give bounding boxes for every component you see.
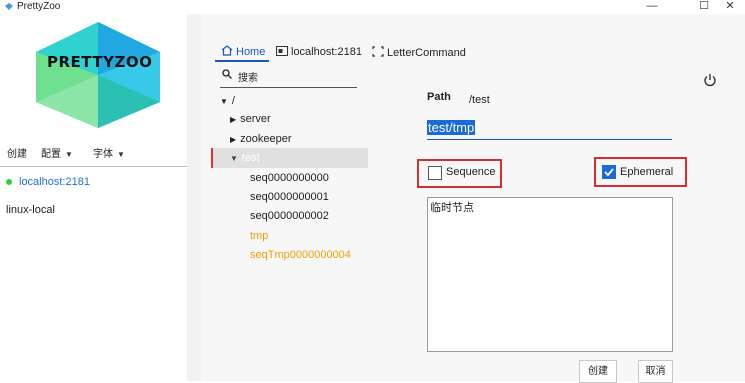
server-icon <box>276 46 288 56</box>
terminal-icon <box>372 46 384 57</box>
node-data-textarea[interactable]: 临时节点 <box>427 197 673 352</box>
ephemeral-label: Ephemeral <box>620 166 674 178</box>
tree-item-seq2[interactable]: seq0000000002 <box>250 210 329 222</box>
menu-config[interactable]: 配置 ▼ <box>41 145 73 160</box>
server-item-localhost[interactable]: localhost:2181 <box>0 172 187 192</box>
tree-item-seqtmp[interactable]: seqTmp0000000004 <box>250 249 351 261</box>
caret-right-icon: ▶ <box>230 135 237 144</box>
caret-right-icon: ▶ <box>230 115 237 124</box>
chevron-down-icon: ▼ <box>117 150 125 159</box>
search-input[interactable]: 搜索 <box>220 66 357 88</box>
sidebar: PRETTYZOO 创建 配置 ▼ 字体 ▼ localhost:2181 linu… <box>0 14 187 381</box>
tree-item-seq0[interactable]: seq0000000000 <box>250 172 329 184</box>
logo-text: PRETTYZOO <box>47 53 153 71</box>
caret-down-icon: ▼ <box>230 154 238 163</box>
tree-item-zookeeper[interactable]: ▶ zookeeper <box>230 133 292 145</box>
node-name-value: test/tmp <box>427 120 476 135</box>
server-label: localhost:2181 <box>19 176 90 188</box>
home-icon <box>221 45 233 56</box>
search-placeholder: 搜索 <box>238 73 258 84</box>
title-bar: PrettyZoo — ☐ ✕ <box>0 0 745 14</box>
sidebar-divider <box>0 166 187 167</box>
close-button[interactable]: ✕ <box>718 0 742 13</box>
ephemeral-checkbox[interactable] <box>602 165 616 179</box>
tree-item-test[interactable]: ▼ test <box>230 152 260 164</box>
checkmark-icon <box>604 168 614 177</box>
sequence-label: Sequence <box>446 166 496 178</box>
cancel-button[interactable]: 取消 <box>638 360 673 383</box>
app-icon <box>5 3 13 10</box>
tree-root[interactable]: ▼ / <box>220 95 235 107</box>
tree-selection-marker <box>211 148 213 168</box>
chevron-down-icon: ▼ <box>65 150 73 159</box>
menu-create[interactable]: 创建 <box>7 145 27 160</box>
tree-item-tmp[interactable]: tmp <box>250 230 268 242</box>
window-title: PrettyZoo <box>17 1 61 12</box>
node-data-value: 临时节点 <box>430 202 474 214</box>
tab-localhost[interactable]: localhost:2181 <box>276 46 362 64</box>
minimize-button[interactable]: — <box>640 0 664 13</box>
tab-lettercommand[interactable]: LetterCommand <box>372 46 466 64</box>
server-item-linux-local[interactable]: linux-local <box>6 204 55 216</box>
path-label: Path <box>427 91 451 103</box>
tree-item-server[interactable]: ▶ server <box>230 113 271 125</box>
node-name-input[interactable]: test/tmp <box>427 118 672 140</box>
sequence-checkbox[interactable] <box>428 166 442 180</box>
power-icon[interactable] <box>703 73 717 87</box>
create-button[interactable]: 创建 <box>579 360 617 383</box>
maximize-button[interactable]: ☐ <box>692 0 716 13</box>
tree-item-seq1[interactable]: seq0000000001 <box>250 191 329 203</box>
path-value: /test <box>469 94 490 106</box>
prettyzoo-logo <box>36 22 160 128</box>
menu-font[interactable]: 字体 ▼ <box>93 145 125 160</box>
search-icon <box>222 69 232 79</box>
connected-status-icon <box>6 179 12 185</box>
active-tab-indicator <box>215 60 269 62</box>
caret-down-icon: ▼ <box>220 97 228 106</box>
split-divider[interactable] <box>187 14 201 381</box>
